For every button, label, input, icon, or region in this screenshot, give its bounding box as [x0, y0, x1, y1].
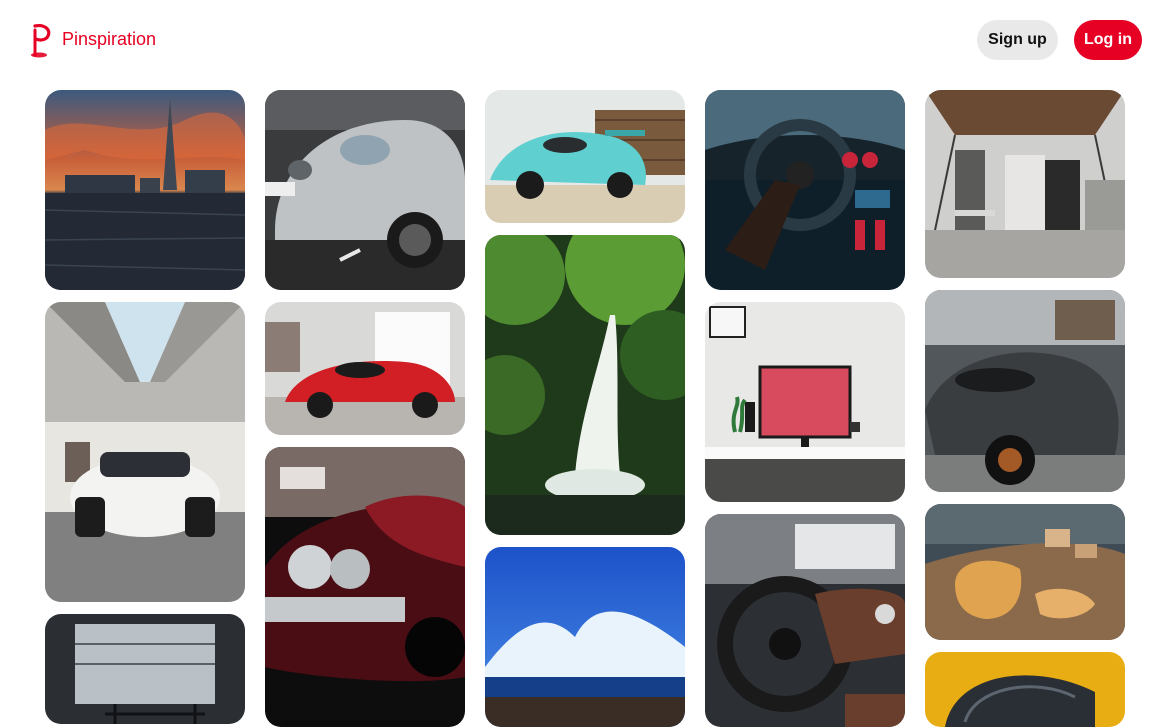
yellow-car-image	[925, 652, 1125, 727]
pin-red-ferrari[interactable]	[265, 302, 465, 435]
red-car-image	[265, 302, 465, 435]
pin-desk-setup[interactable]	[705, 302, 905, 502]
teal-car-image	[485, 90, 685, 223]
pin-silver-porsche[interactable]	[265, 90, 465, 290]
pin-dashboard[interactable]	[705, 90, 905, 290]
pin-waterfall[interactable]	[485, 235, 685, 535]
white-car-image	[45, 302, 245, 602]
login-button[interactable]: Log in	[1074, 20, 1142, 60]
pin-grey-mclaren[interactable]	[925, 290, 1125, 492]
grey-car-image	[925, 290, 1125, 492]
cheese-image	[925, 504, 1125, 640]
pin-porsche-interior[interactable]	[705, 514, 905, 727]
pin-stairwell[interactable]	[45, 614, 245, 724]
wave-image	[485, 547, 685, 727]
desk-setup-image	[705, 302, 905, 502]
pin-white-sports-car[interactable]	[45, 302, 245, 602]
pin-cheese[interactable]	[925, 504, 1125, 640]
home-logo-link[interactable]: Pinspiration	[27, 22, 156, 58]
pin-yellow-car[interactable]	[925, 652, 1125, 727]
car-interior-image	[705, 514, 905, 727]
classic-car-image	[265, 447, 465, 727]
top-nav: Pinspiration Sign up Log in	[0, 0, 1171, 80]
stairwell-image	[45, 614, 245, 724]
waterfall-image	[485, 235, 685, 535]
pin-logo-icon	[31, 24, 51, 58]
signup-button[interactable]: Sign up	[977, 20, 1058, 60]
brand-name: Pinspiration	[62, 29, 157, 49]
pin-classic-car[interactable]	[265, 447, 465, 727]
city-skyline-image	[45, 90, 245, 290]
pin-teal-porsche[interactable]	[485, 90, 685, 223]
loft-image	[925, 90, 1125, 278]
pin-city-sunset[interactable]	[45, 90, 245, 290]
pin-loft[interactable]	[925, 90, 1125, 278]
dashboard-image	[705, 90, 905, 290]
silver-car-image	[265, 90, 465, 290]
pin-wave[interactable]	[485, 547, 685, 727]
